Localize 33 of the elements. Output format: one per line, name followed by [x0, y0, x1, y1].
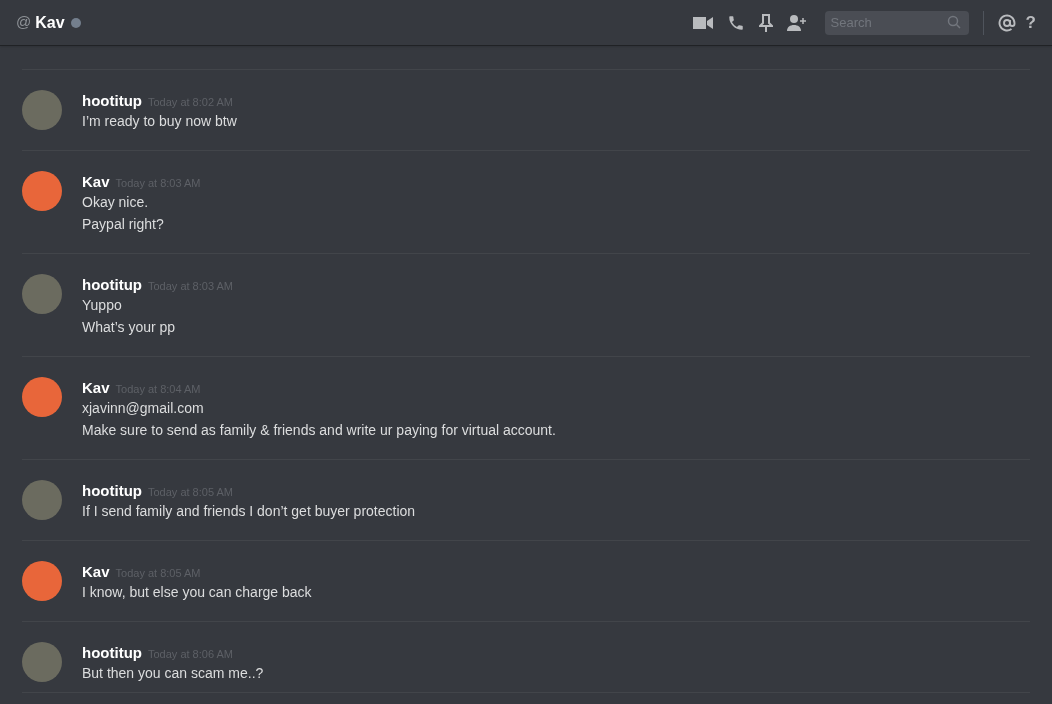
- add-user-icon[interactable]: [786, 14, 807, 31]
- at-mention-icon[interactable]: [997, 13, 1016, 32]
- search-icon: [946, 15, 961, 30]
- username[interactable]: Kav: [82, 377, 110, 400]
- message-text: I know, but else you can charge back: [82, 583, 312, 602]
- username[interactable]: hootitup: [82, 480, 142, 503]
- avatar[interactable]: [22, 90, 62, 130]
- message-text: Make sure to send as family & friends and write ur paying for virtual account.: [82, 421, 556, 440]
- message-text: Yuppo: [82, 296, 123, 315]
- avatar[interactable]: [22, 642, 62, 682]
- message-text: Paypal right?: [82, 215, 165, 234]
- username[interactable]: Kav: [82, 171, 110, 194]
- username[interactable]: hootitup: [82, 90, 142, 113]
- message-text: If I send family and friends I don’t get buyer protection: [82, 502, 416, 521]
- video-camera-icon[interactable]: [692, 15, 713, 30]
- at-sign: @: [16, 12, 32, 33]
- username[interactable]: hootitup: [82, 274, 142, 297]
- message-text: What’s your pp: [82, 318, 177, 337]
- username[interactable]: hootitup: [82, 642, 142, 665]
- avatar[interactable]: [22, 480, 62, 520]
- avatar[interactable]: [22, 274, 62, 314]
- message-text: Okay nice.: [82, 193, 150, 212]
- message-text: xjavinn@gmail.com: [82, 399, 205, 418]
- avatar[interactable]: [22, 561, 62, 601]
- avatar[interactable]: [22, 171, 62, 211]
- channel-name: Kav: [35, 12, 65, 33]
- help-button[interactable]: ?: [1025, 9, 1036, 36]
- message-text: But then you can scam me..?: [82, 664, 264, 683]
- phone-icon[interactable]: [726, 13, 745, 32]
- pin-icon[interactable]: [758, 13, 773, 32]
- message-text: I’m ready to buy now btw: [82, 112, 237, 131]
- username[interactable]: Kav: [82, 561, 110, 584]
- avatar[interactable]: [22, 377, 62, 417]
